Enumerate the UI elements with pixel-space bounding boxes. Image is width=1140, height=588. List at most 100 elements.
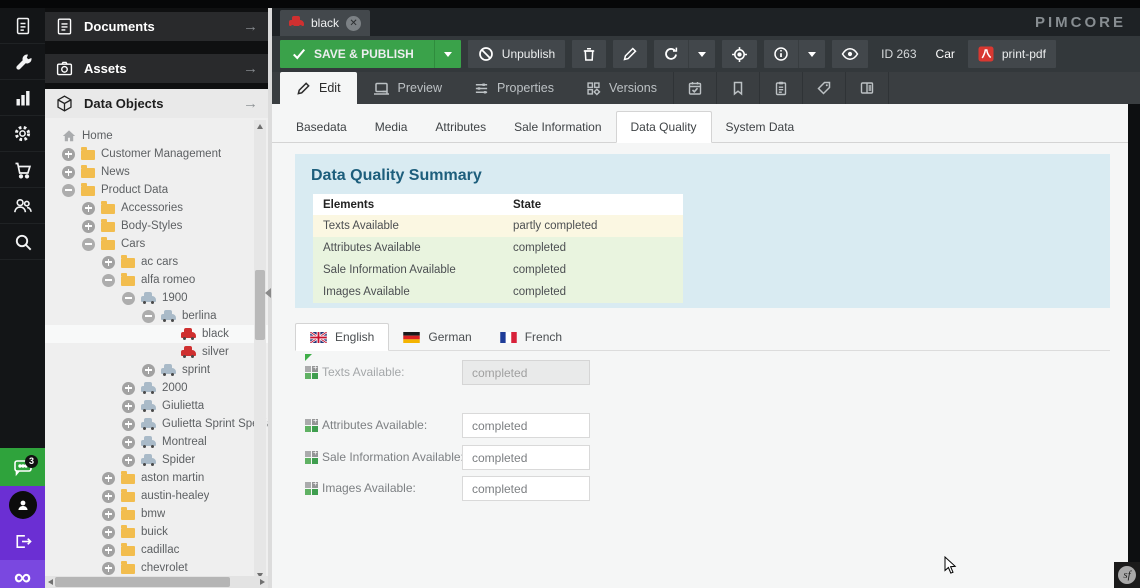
tree-item[interactable]: Montreal — [45, 433, 268, 451]
tab-basedata[interactable]: Basedata — [282, 112, 361, 142]
expand-icon[interactable] — [102, 472, 115, 485]
object-tab-black[interactable]: black ✕ — [280, 10, 370, 36]
tab-language-german[interactable]: German — [389, 324, 485, 350]
rail-documents-button[interactable] — [0, 8, 45, 44]
tree-item[interactable]: austin-healey — [45, 487, 268, 505]
tab-data-quality[interactable]: Data Quality — [616, 111, 712, 143]
tab-sale-information[interactable]: Sale Information — [500, 112, 615, 142]
save-publish-button[interactable]: SAVE & PUBLISH — [280, 40, 461, 68]
rail-search-button[interactable] — [0, 224, 45, 260]
expand-icon[interactable] — [82, 202, 95, 215]
tab-bookmarks[interactable] — [716, 72, 759, 104]
tab-workflow[interactable] — [845, 72, 889, 104]
rail-ecommerce-button[interactable] — [0, 152, 45, 188]
expand-icon[interactable] — [102, 256, 115, 269]
rail-customers-button[interactable] — [0, 188, 45, 224]
reload-button[interactable] — [654, 40, 688, 68]
open-preview-button[interactable] — [832, 40, 868, 68]
tree-item[interactable]: Cars — [45, 235, 268, 253]
tree-item[interactable]: sprint — [45, 361, 268, 379]
expand-icon[interactable] — [122, 400, 135, 413]
tree-item[interactable]: cadillac — [45, 541, 268, 559]
symfony-debug-toolbar[interactable]: sf — [1114, 562, 1140, 588]
locate-in-tree-button[interactable] — [722, 40, 757, 68]
rail-reports-button[interactable] — [0, 80, 45, 116]
expand-icon[interactable] — [62, 148, 75, 161]
delete-button[interactable] — [572, 40, 606, 68]
save-options-dropdown[interactable] — [434, 40, 461, 68]
expand-icon[interactable] — [102, 508, 115, 521]
unpublish-button[interactable]: Unpublish — [468, 40, 565, 68]
expand-icon[interactable] — [122, 382, 135, 395]
info-options-dropdown[interactable] — [798, 40, 825, 68]
tree-item-selected[interactable]: black — [45, 325, 268, 343]
rename-button[interactable] — [613, 40, 647, 68]
tree-item[interactable]: Giulietta — [45, 397, 268, 415]
tab-attributes[interactable]: Attributes — [421, 112, 500, 142]
tab-properties[interactable]: Properties — [458, 72, 570, 104]
tree-item[interactable]: 2000 — [45, 379, 268, 397]
expand-icon[interactable] — [102, 490, 115, 503]
images-available-input[interactable] — [462, 476, 590, 501]
tree-item[interactable]: Customer Management — [45, 145, 268, 163]
rail-settings-button[interactable] — [0, 116, 45, 152]
tree-item[interactable]: berlina — [45, 307, 268, 325]
tree-item[interactable]: chevrolet — [45, 559, 268, 577]
attributes-available-input[interactable] — [462, 413, 590, 438]
tree-item[interactable]: Product Data — [45, 181, 268, 199]
rail-profile-button[interactable] — [0, 486, 45, 523]
collapse-icon[interactable] — [62, 184, 75, 197]
rail-notifications-button[interactable]: 3 — [0, 448, 45, 486]
expand-icon[interactable] — [62, 166, 75, 179]
tab-scheduled-tasks[interactable] — [673, 72, 716, 104]
collapse-icon[interactable] — [122, 292, 135, 305]
tree-horizontal-scrollbar[interactable] — [45, 576, 268, 588]
expand-icon[interactable] — [142, 364, 155, 377]
tab-media[interactable]: Media — [361, 112, 422, 142]
tree-item[interactable]: buick — [45, 523, 268, 541]
tab-edit[interactable]: Edit — [280, 72, 357, 104]
tree-vertical-scrollbar[interactable] — [254, 120, 266, 582]
tree-item[interactable]: Spider — [45, 451, 268, 469]
expand-icon[interactable] — [102, 544, 115, 557]
tree-item[interactable]: News — [45, 163, 268, 181]
tree-item[interactable]: ac cars — [45, 253, 268, 271]
close-tab-icon[interactable]: ✕ — [346, 16, 361, 31]
tab-system-data[interactable]: System Data — [712, 112, 809, 142]
tree-item[interactable]: 1900 — [45, 289, 268, 307]
tree-item-home[interactable]: Home — [45, 127, 268, 145]
accordion-assets[interactable]: Assets → — [45, 54, 268, 83]
expand-icon[interactable] — [82, 220, 95, 233]
tab-notes-events[interactable] — [759, 72, 802, 104]
expand-icon[interactable] — [122, 418, 135, 431]
rail-logout-button[interactable] — [0, 523, 45, 560]
tree-item[interactable]: Gulietta Sprint Specia — [45, 415, 268, 433]
tab-language-english[interactable]: English — [295, 323, 389, 351]
pimcore-infinity-logo[interactable]: ∞ — [0, 560, 45, 588]
tree-item[interactable]: Accessories — [45, 199, 268, 217]
collapse-panel-icon[interactable] — [265, 288, 271, 298]
tree-item[interactable]: alfa romeo — [45, 271, 268, 289]
accordion-documents[interactable]: Documents → — [45, 12, 268, 41]
collapse-icon[interactable] — [82, 238, 95, 251]
collapse-icon[interactable] — [102, 274, 115, 287]
tab-tags[interactable] — [802, 72, 845, 104]
tree-item[interactable]: Body-Styles — [45, 217, 268, 235]
tab-versions[interactable]: Versions — [570, 72, 673, 104]
texts-available-input[interactable] — [462, 360, 590, 385]
sale-information-available-input[interactable] — [462, 445, 590, 470]
accordion-data-objects[interactable]: Data Objects → — [45, 89, 268, 118]
info-button[interactable] — [764, 40, 798, 68]
expand-icon[interactable] — [102, 562, 115, 575]
tree-item[interactable]: bmw — [45, 505, 268, 523]
print-pdf-button[interactable]: print-pdf — [968, 40, 1056, 68]
expand-icon[interactable] — [122, 436, 135, 449]
reload-options-dropdown[interactable] — [688, 40, 715, 68]
tab-preview[interactable]: Preview — [357, 72, 458, 104]
tree-item[interactable]: aston martin — [45, 469, 268, 487]
tab-language-french[interactable]: French — [486, 324, 576, 350]
tree-item[interactable]: silver — [45, 343, 268, 361]
collapse-icon[interactable] — [142, 310, 155, 323]
rail-tools-button[interactable] — [0, 44, 45, 80]
expand-icon[interactable] — [102, 526, 115, 539]
